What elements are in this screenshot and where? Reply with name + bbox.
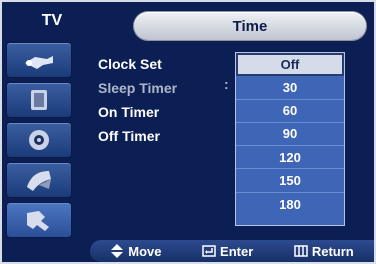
- separator: :: [224, 76, 229, 92]
- time-menu: Clock Set Sleep Timer On Timer Off Timer: [98, 52, 258, 148]
- option-150[interactable]: 150: [236, 169, 344, 193]
- option-180[interactable]: 180: [236, 193, 344, 216]
- enter-label: Enter: [220, 243, 254, 259]
- menu-item-sleep-timer[interactable]: Sleep Timer: [98, 76, 258, 100]
- tv-tab: TV: [41, 12, 63, 29]
- move-hint: Move: [110, 243, 162, 259]
- menu-item-on-timer[interactable]: On Timer: [98, 100, 258, 124]
- option-90[interactable]: 90: [236, 123, 344, 146]
- option-30[interactable]: 30: [236, 76, 344, 100]
- help-bar: Move Enter Return: [90, 240, 374, 262]
- enter-hint: Enter: [202, 244, 253, 259]
- updown-icon: [111, 244, 124, 258]
- channel-icon[interactable]: [6, 162, 72, 198]
- enter-icon: [202, 245, 216, 257]
- bottom-bar: Move Enter Return: [4, 240, 374, 262]
- sound-icon[interactable]: [6, 82, 72, 118]
- option-off[interactable]: Off: [236, 53, 344, 77]
- menu-item-clock-set[interactable]: Clock Set: [98, 52, 258, 76]
- sleep-timer-options: Off 30 60 90 120 150 180: [235, 52, 345, 226]
- sidebar: [6, 40, 72, 240]
- return-hint: Return: [294, 244, 354, 259]
- top-bar: TV Time: [4, 4, 374, 42]
- setup-icon[interactable]: [6, 202, 72, 238]
- option-120[interactable]: 120: [236, 146, 344, 170]
- content-panel: Clock Set Sleep Timer On Timer Off Timer…: [78, 42, 374, 240]
- page-title: Time: [134, 12, 366, 40]
- option-60[interactable]: 60: [236, 100, 344, 123]
- return-icon: [294, 245, 308, 257]
- tv-screen: TV Time Clock Set Sleep Timer On Timer O…: [0, 0, 376, 264]
- move-label: Move: [128, 243, 162, 259]
- speaker-icon[interactable]: [6, 122, 72, 158]
- menu-item-off-timer[interactable]: Off Timer: [98, 124, 258, 148]
- return-label: Return: [311, 243, 354, 259]
- picture-icon[interactable]: [6, 42, 72, 78]
